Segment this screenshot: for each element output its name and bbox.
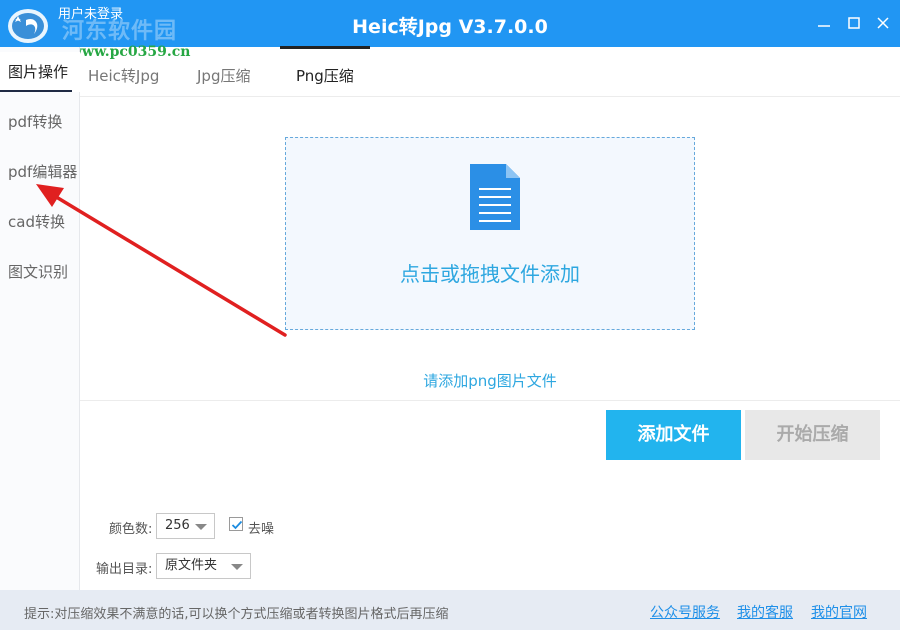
tab-heic-to-jpg[interactable]: Heic转Jpg [88, 65, 159, 86]
wechat-service-link[interactable]: 公众号服务 [650, 602, 720, 622]
customer-service-link[interactable]: 我的客服 [737, 602, 793, 622]
sidebar-item-pdf-convert[interactable]: pdf转换 [0, 102, 80, 142]
output-dir-label: 输出目录: [96, 562, 153, 577]
sidebar-item-image-ops[interactable]: 图片操作 [0, 52, 80, 92]
drop-zone-text: 点击或拖拽文件添加 [400, 262, 580, 286]
start-compress-button[interactable]: 开始压缩 [745, 410, 880, 460]
status-tip: 提示:对压缩效果不满意的话,可以换个方式压缩或者转换图片格式后再压缩 [24, 607, 449, 622]
active-tab-indicator [280, 46, 370, 49]
document-icon [470, 164, 520, 230]
window-title: Heic转Jpg V3.7.0.0 [352, 16, 548, 38]
chevron-down-icon [231, 564, 243, 570]
title-bar: 用户未登录 河东软件园 Heic转Jpg V3.7.0.0 [0, 0, 900, 47]
sidebar: 图片操作 pdf转换 pdf编辑器 cad转换 图文识别 [0, 47, 80, 590]
add-file-button[interactable]: 添加文件 [606, 410, 741, 460]
color-count-value: 256 [165, 518, 190, 533]
color-count-label: 颜色数: [109, 522, 153, 537]
file-drop-zone[interactable]: 点击或拖拽文件添加 [285, 137, 695, 330]
maximize-icon[interactable] [845, 14, 863, 32]
sidebar-item-pdf-editor[interactable]: pdf编辑器 [0, 152, 80, 192]
divider [80, 400, 900, 401]
output-dir-value: 原文件夹 [165, 558, 218, 573]
close-icon[interactable] [874, 14, 892, 32]
output-dir-select[interactable]: 原文件夹 [156, 553, 251, 579]
official-site-link[interactable]: 我的官网 [811, 602, 867, 622]
checkmark-icon [231, 520, 243, 530]
tab-bar: Heic转Jpg Jpg压缩 Png压缩 [80, 47, 900, 97]
status-bar: 提示:对压缩效果不满意的话,可以换个方式压缩或者转换图片格式后再压缩 公众号服务… [0, 590, 900, 630]
add-png-hint: 请添加png图片文件 [423, 372, 557, 390]
sidebar-item-ocr[interactable]: 图文识别 [0, 252, 80, 292]
denoise-label: 去噪 [248, 522, 275, 537]
tab-png-compress[interactable]: Png压缩 [296, 65, 354, 86]
sidebar-item-cad-convert[interactable]: cad转换 [0, 202, 80, 242]
denoise-checkbox[interactable] [229, 517, 243, 531]
color-count-select[interactable]: 256 [156, 513, 215, 539]
chevron-down-icon [195, 524, 207, 530]
tab-jpg-compress[interactable]: Jpg压缩 [197, 65, 250, 86]
minimize-icon[interactable] [815, 14, 833, 32]
